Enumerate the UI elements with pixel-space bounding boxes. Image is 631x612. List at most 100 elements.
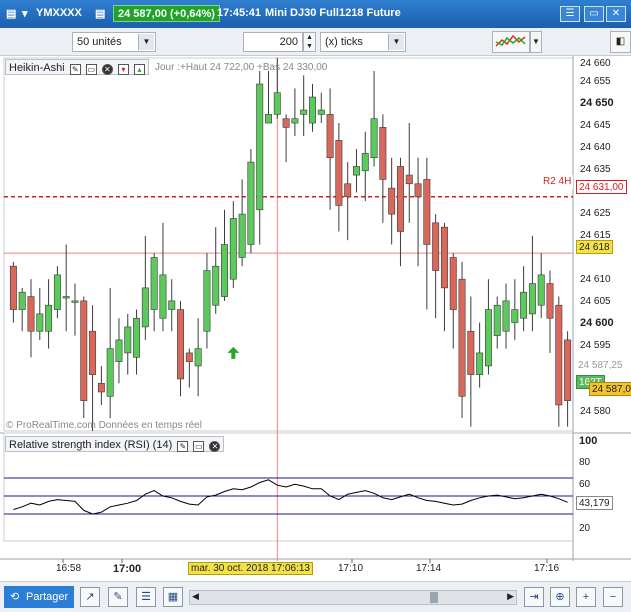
ticks-input[interactable]: 200 <box>243 32 303 52</box>
candle-body <box>379 127 387 180</box>
chart-canvas[interactable] <box>0 56 631 581</box>
indicators-button[interactable] <box>492 31 530 53</box>
candle-body <box>159 274 167 319</box>
candle-body <box>229 218 237 280</box>
r2-level-label: R2 4H <box>541 175 574 189</box>
candle-body <box>564 339 572 401</box>
wrench-icon[interactable]: ✎ <box>69 64 81 75</box>
candle-body <box>546 283 554 319</box>
candle-body <box>291 118 299 124</box>
share-button[interactable]: ⟲ Partager <box>4 586 74 608</box>
horizontal-scrollbar[interactable]: ◀ ▶ <box>189 590 517 605</box>
units-select[interactable]: 50 unités ▼ <box>72 32 156 52</box>
ticks-unit-select[interactable]: (x) ticks ▼ <box>320 32 406 52</box>
candle-body <box>273 92 281 115</box>
candle-body <box>440 226 448 289</box>
r2-level-value: 24 631,00 <box>576 180 627 194</box>
share-icon: ⟲ <box>10 591 20 603</box>
chart-area[interactable] <box>0 56 631 581</box>
maximize-icon[interactable]: ▭ <box>193 441 205 452</box>
candle-body <box>326 114 334 159</box>
zoom-in-icon[interactable]: + <box>576 587 596 607</box>
candle-body <box>476 352 484 375</box>
draw-tools-icon[interactable]: ✎ <box>108 587 128 607</box>
candle-body <box>53 274 61 310</box>
candle-body <box>370 118 378 159</box>
rsi-axis-label: 80 <box>579 457 591 468</box>
wrench-icon[interactable]: ✎ <box>177 441 189 452</box>
candle-body <box>335 140 343 206</box>
price-axis-label: 24 605 <box>580 296 611 307</box>
rsi-value-tag: 43,179 <box>576 496 613 510</box>
side-panel-icon[interactable]: ◧ <box>610 31 631 53</box>
last-price-tag: 24 587,00 <box>589 382 631 396</box>
candle-body <box>124 326 132 354</box>
close-icon[interactable]: ✕ <box>209 441 221 452</box>
scroll-end-icon[interactable]: ⇥ <box>524 587 544 607</box>
scroll-left-icon[interactable]: ◀ <box>192 591 199 602</box>
rsi-axis-label: 60 <box>579 479 591 490</box>
candle-body <box>432 222 440 271</box>
list-icon[interactable]: ☰ <box>136 587 156 607</box>
candle-body <box>353 166 360 176</box>
minimize-icon[interactable]: ▭ <box>584 6 604 22</box>
chevron-down-icon[interactable]: ▼ <box>530 31 542 53</box>
trading-window: ▤ ▾ YMXXXX ▤ 24 587,00 (+0,64%) 17:45:41… <box>0 0 631 612</box>
candle-body <box>150 257 158 310</box>
candle-body <box>80 300 88 401</box>
ticks-stepper[interactable]: ▲ ▼ <box>303 32 316 52</box>
calendar-icon[interactable]: ▦ <box>163 587 183 607</box>
price-axis-label: 24 660 <box>580 58 611 69</box>
share-label: Partager <box>26 591 69 603</box>
chevron-down-icon[interactable]: ▾ <box>22 7 28 20</box>
price-change-badge: 24 587,00 (+0,64%) <box>113 5 220 22</box>
zoom-out-icon[interactable]: − <box>603 587 623 607</box>
arrow-down-icon[interactable]: ▾ <box>117 64 129 75</box>
menu-icon[interactable]: ☰ <box>560 6 580 22</box>
candle-body <box>18 291 26 310</box>
candle-body <box>36 313 44 332</box>
price-axis-label: 24 580 <box>580 406 611 417</box>
price-axis-label: 24 600 <box>580 317 614 329</box>
rsi-axis-label: 20 <box>579 523 591 534</box>
last-price-faint-label: 24 587,25 <box>576 359 625 373</box>
time-axis-label: 17:16 <box>534 563 560 574</box>
chevron-down-icon[interactable]: ▼ <box>388 34 404 50</box>
maximize-icon[interactable]: ▭ <box>85 64 97 75</box>
price-axis-label: 24 595 <box>580 340 611 351</box>
rsi-panel-title: Relative strength index (RSI) (14) <box>9 439 173 451</box>
scroll-right-icon[interactable]: ▶ <box>507 591 514 602</box>
candle-body <box>185 352 193 362</box>
candle-body <box>221 244 228 297</box>
cursor-tool-icon[interactable]: ↗ <box>80 587 100 607</box>
symbol-label[interactable]: YMXXXX <box>36 7 82 19</box>
candle-body <box>89 330 97 375</box>
chart-type-icon[interactable]: ▤ <box>6 7 16 20</box>
close-icon[interactable]: ✕ <box>101 64 113 75</box>
list-icon[interactable]: ▤ <box>95 7 105 20</box>
time-axis-label: 17:14 <box>416 563 442 574</box>
arrow-up-icon[interactable]: ▴ <box>133 64 145 75</box>
close-icon[interactable]: ✕ <box>606 6 626 22</box>
candle-body <box>467 330 475 375</box>
scroll-thumb[interactable] <box>430 592 438 603</box>
candle-body <box>317 109 325 115</box>
candle-body <box>344 183 352 198</box>
chevron-down-icon[interactable]: ▼ <box>138 34 154 50</box>
candle-body <box>62 296 70 299</box>
watermark: © ProRealTime.com Données en temps réel <box>6 420 202 431</box>
candle-body <box>361 153 369 172</box>
candle-body <box>414 183 422 198</box>
cursor-price-tag: 24 618 <box>576 240 613 254</box>
time-axis-label: 16:58 <box>56 563 82 574</box>
ticks-unit-value: (x) ticks <box>325 36 363 48</box>
candle-body <box>396 166 404 232</box>
time-axis-label: 17:10 <box>338 563 364 574</box>
candle-body <box>106 348 114 397</box>
price-panel-header: Heikin-Ashi ✎ ▭ ✕ ▾ ▴ <box>5 59 149 75</box>
candle-body <box>133 317 141 358</box>
candle-body <box>511 309 519 323</box>
zoom-fit-icon[interactable]: ⊕ <box>550 587 570 607</box>
candle-body <box>458 278 466 397</box>
indicator-chart-icon <box>495 34 526 47</box>
